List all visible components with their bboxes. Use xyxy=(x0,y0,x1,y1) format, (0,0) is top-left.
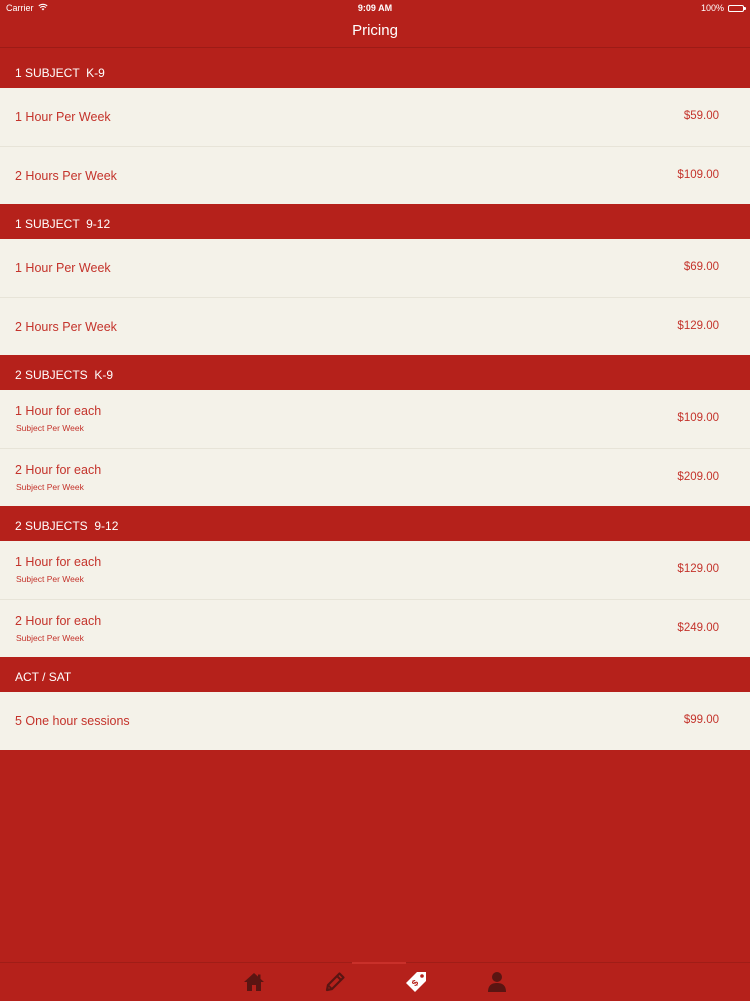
section-header-2-subjects-9-12: 2 SUBJECTS 9-12 xyxy=(15,519,119,533)
battery-icon xyxy=(728,4,746,12)
row-price: $129.00 xyxy=(677,320,719,332)
row-price: $69.00 xyxy=(683,261,719,273)
pricing-row[interactable]: 5 One hour sessions $99.00 xyxy=(0,692,750,750)
row-title: 1 Hour Per Week xyxy=(15,261,111,275)
row-price: $59.00 xyxy=(683,110,719,122)
tab-home[interactable] xyxy=(241,969,267,995)
person-icon xyxy=(487,971,507,993)
status-time: 9:09 AM xyxy=(357,3,393,13)
section-header-1-subject-k9: 1 SUBJECT K-9 xyxy=(15,66,105,80)
selected-tab-indicator xyxy=(352,962,406,964)
row-subtitle: Subject Per Week xyxy=(16,574,84,584)
pricing-row[interactable]: 1 Hour Per Week $59.00 xyxy=(0,88,750,146)
section-header-1-subject-9-12: 1 SUBJECT 9-12 xyxy=(15,217,111,231)
battery-percent: 100% xyxy=(700,3,724,13)
row-price: $109.00 xyxy=(677,169,719,181)
status-right: 100% xyxy=(700,3,746,13)
pricing-list: 1 SUBJECT K-9 1 Hour Per Week $59.00 2 H… xyxy=(0,48,750,750)
row-price: $249.00 xyxy=(677,622,719,634)
tab-pricing[interactable]: $ xyxy=(403,969,429,995)
row-price: $99.00 xyxy=(683,714,719,726)
row-price: $109.00 xyxy=(677,412,719,424)
home-icon xyxy=(243,972,265,992)
pencil-icon xyxy=(324,971,346,993)
row-title: 5 One hour sessions xyxy=(15,714,130,728)
row-subtitle: Subject Per Week xyxy=(16,633,84,643)
row-title: 1 Hour Per Week xyxy=(15,110,111,124)
section-header-2-subjects-k9: 2 SUBJECTS K-9 xyxy=(15,368,114,382)
section-header-act-sat: ACT / SAT xyxy=(15,670,72,684)
row-title: 2 Hour for each xyxy=(15,463,102,477)
pricing-row[interactable]: 2 Hour for each Subject Per Week $249.00 xyxy=(0,599,750,657)
row-title: 1 Hour for each xyxy=(15,555,102,569)
pricing-row[interactable]: 1 Hour for each Subject Per Week $109.00 xyxy=(0,390,750,448)
pricing-row[interactable]: 1 Hour for each Subject Per Week $129.00 xyxy=(0,541,750,599)
row-subtitle: Subject Per Week xyxy=(16,482,84,492)
pricing-row[interactable]: 2 Hours Per Week $129.00 xyxy=(0,297,750,355)
tab-register[interactable] xyxy=(322,969,348,995)
pricing-row[interactable]: 2 Hours Per Week $109.00 xyxy=(0,146,750,204)
row-title: 2 Hours Per Week xyxy=(15,169,117,183)
tab-bar: $ xyxy=(0,962,750,1001)
row-title: 1 Hour for each xyxy=(15,404,102,418)
status-bar: Carrier 9:09 AM 100% xyxy=(0,0,750,16)
row-title: 2 Hours Per Week xyxy=(15,320,117,334)
pricing-row[interactable]: 2 Hour for each Subject Per Week $209.00 xyxy=(0,448,750,506)
row-price: $209.00 xyxy=(677,471,719,483)
page-title: Pricing xyxy=(352,22,398,39)
row-price: $129.00 xyxy=(677,563,719,575)
row-title: 2 Hour for each xyxy=(15,614,102,628)
row-subtitle: Subject Per Week xyxy=(16,423,84,433)
pricing-row[interactable]: 1 Hour Per Week $69.00 xyxy=(0,239,750,297)
price-tag-icon: $ xyxy=(404,970,428,994)
tab-profile[interactable] xyxy=(484,969,510,995)
